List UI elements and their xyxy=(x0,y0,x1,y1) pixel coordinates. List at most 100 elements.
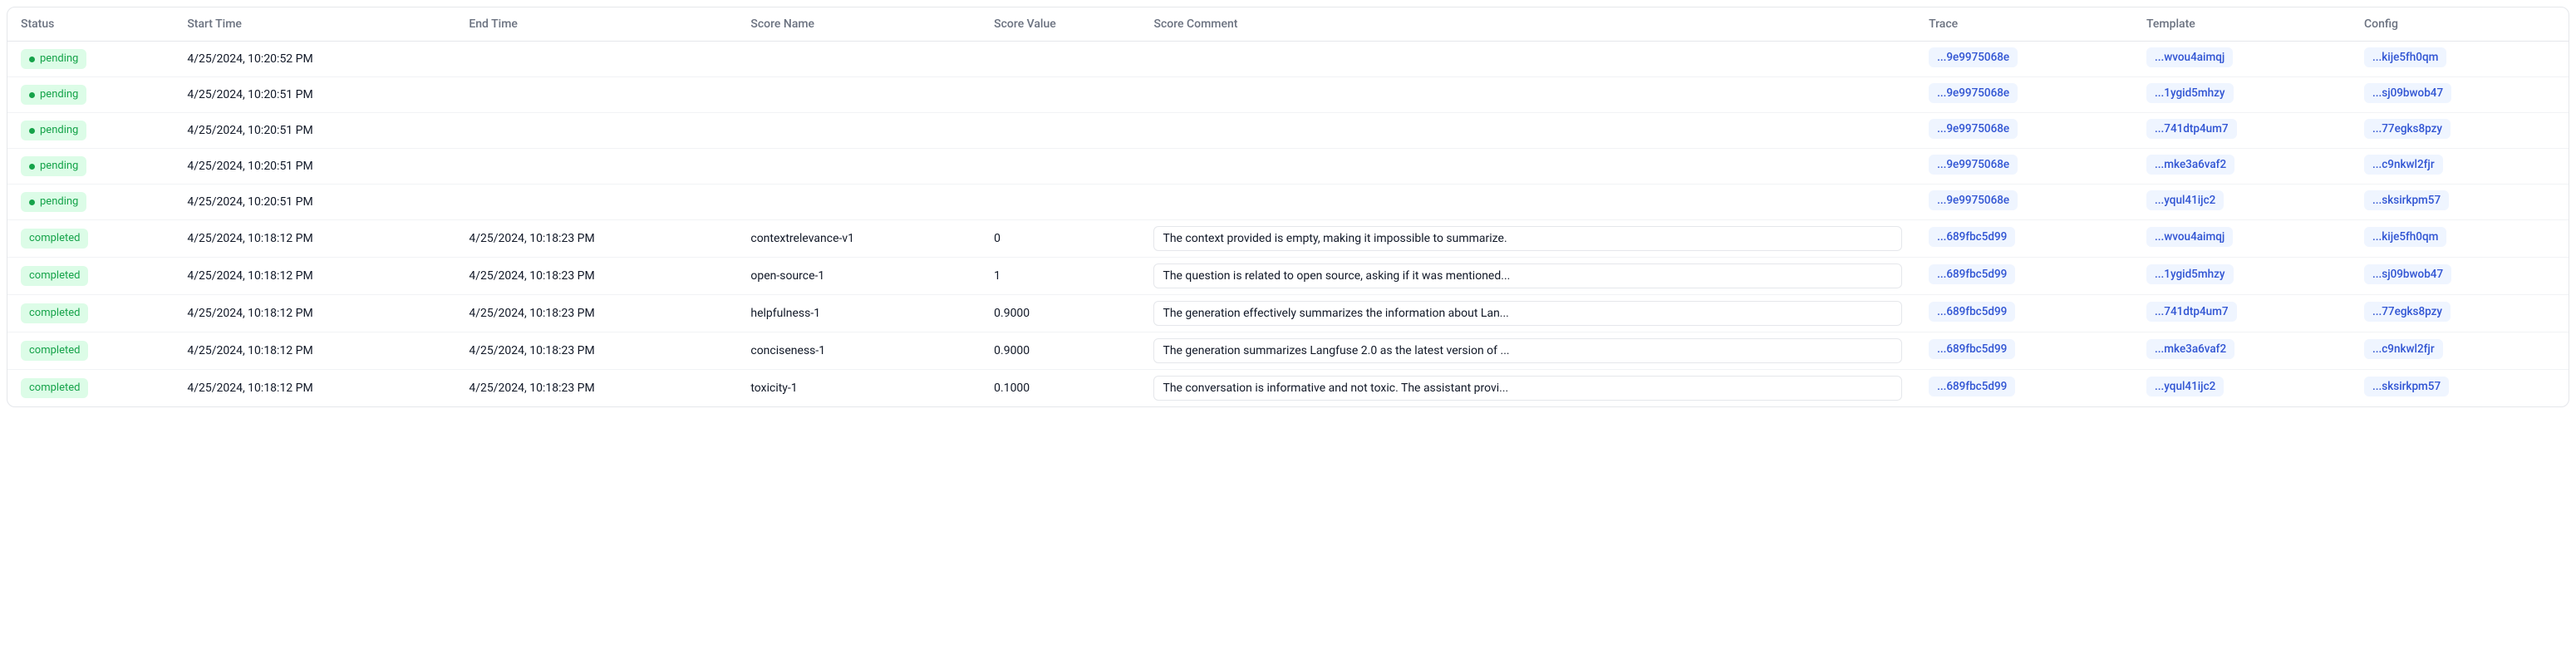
template-link[interactable]: ...741dtp4um7 xyxy=(2146,302,2237,322)
cell-score-value: 0.9000 xyxy=(981,295,1147,332)
cell-end-time: 4/25/2024, 10:18:23 PM xyxy=(455,258,737,295)
cell-score-value: 0 xyxy=(981,220,1147,258)
cell-score-name xyxy=(737,185,981,220)
cell-score-value xyxy=(981,113,1147,149)
cell-score-name xyxy=(737,42,981,77)
col-header-config[interactable]: Config xyxy=(2351,7,2569,42)
cell-start-time: 4/25/2024, 10:18:12 PM xyxy=(174,220,455,258)
cell-score-value xyxy=(981,77,1147,113)
table-row[interactable]: completed4/25/2024, 10:18:12 PM4/25/2024… xyxy=(7,370,2569,407)
table-row[interactable]: pending 4/25/2024, 10:20:51 PM ...9e997506… xyxy=(7,185,2569,220)
col-header-score-comment[interactable]: Score Comment xyxy=(1147,7,1915,42)
trace-link[interactable]: ...9e9975068e xyxy=(1929,47,2018,67)
status-badge: pending xyxy=(21,192,86,212)
template-link[interactable]: ...wvou4aimqj xyxy=(2146,47,2233,67)
template-link[interactable]: ...yqul41ijc2 xyxy=(2146,190,2224,210)
trace-link[interactable]: ...9e9975068e xyxy=(1929,83,2018,103)
status-badge: completed xyxy=(21,229,88,249)
table-row[interactable]: pending 4/25/2024, 10:20:51 PM ...9e997506… xyxy=(7,149,2569,185)
col-header-status[interactable]: Status xyxy=(7,7,174,42)
status-badge: pending xyxy=(21,121,86,140)
col-header-trace[interactable]: Trace xyxy=(1915,7,2133,42)
cell-score-name: conciseness-1 xyxy=(737,332,981,370)
status-badge: completed xyxy=(21,378,88,398)
cell-start-time: 4/25/2024, 10:18:12 PM xyxy=(174,295,455,332)
table-header-row: Status Start Time End Time Score Name Sc… xyxy=(7,7,2569,42)
status-badge: completed xyxy=(21,266,88,286)
score-comment-text: The context provided is empty, making it… xyxy=(1153,226,1902,251)
cell-start-time: 4/25/2024, 10:20:51 PM xyxy=(174,185,455,220)
cell-score-value: 0.1000 xyxy=(981,370,1147,407)
cell-start-time: 4/25/2024, 10:18:12 PM xyxy=(174,258,455,295)
cell-end-time: 4/25/2024, 10:18:23 PM xyxy=(455,370,737,407)
cell-score-name xyxy=(737,149,981,185)
config-link[interactable]: ...kije5fh0qm xyxy=(2364,227,2446,247)
cell-score-value: 0.9000 xyxy=(981,332,1147,370)
template-link[interactable]: ...1ygid5mhzy xyxy=(2146,83,2234,103)
cell-end-time xyxy=(455,113,737,149)
template-link[interactable]: ...mke3a6vaf2 xyxy=(2146,339,2234,359)
config-link[interactable]: ...sksirkpm57 xyxy=(2364,190,2449,210)
template-link[interactable]: ...1ygid5mhzy xyxy=(2146,264,2234,284)
config-link[interactable]: ...kije5fh0qm xyxy=(2364,47,2446,67)
cell-start-time: 4/25/2024, 10:20:52 PM xyxy=(174,42,455,77)
status-badge: completed xyxy=(21,303,88,323)
config-link[interactable]: ...sj09bwob47 xyxy=(2364,264,2451,284)
cell-start-time: 4/25/2024, 10:20:51 PM xyxy=(174,113,455,149)
config-link[interactable]: ...sj09bwob47 xyxy=(2364,83,2451,103)
cell-score-name: toxicity-1 xyxy=(737,370,981,407)
cell-end-time xyxy=(455,149,737,185)
table-row[interactable]: pending 4/25/2024, 10:20:51 PM ...9e997506… xyxy=(7,113,2569,149)
status-badge: pending xyxy=(21,85,86,105)
trace-link[interactable]: ...689fbc5d99 xyxy=(1929,339,2015,359)
cell-score-name: contextrelevance-v1 xyxy=(737,220,981,258)
trace-link[interactable]: ...689fbc5d99 xyxy=(1929,264,2015,284)
config-link[interactable]: ...sksirkpm57 xyxy=(2364,377,2449,396)
trace-link[interactable]: ...9e9975068e xyxy=(1929,119,2018,139)
template-link[interactable]: ...741dtp4um7 xyxy=(2146,119,2237,139)
score-comment-text: The generation effectively summarizes th… xyxy=(1153,301,1902,326)
table-row[interactable]: pending 4/25/2024, 10:20:52 PM ...9e997506… xyxy=(7,42,2569,77)
template-link[interactable]: ...wvou4aimqj xyxy=(2146,227,2233,247)
trace-link[interactable]: ...9e9975068e xyxy=(1929,190,2018,210)
col-header-score-name[interactable]: Score Name xyxy=(737,7,981,42)
status-badge: pending xyxy=(21,49,86,69)
template-link[interactable]: ...yqul41ijc2 xyxy=(2146,377,2224,396)
col-header-start-time[interactable]: Start Time xyxy=(174,7,455,42)
cell-start-time: 4/25/2024, 10:20:51 PM xyxy=(174,149,455,185)
score-comment-text: The question is related to open source, … xyxy=(1153,263,1902,288)
cell-end-time: 4/25/2024, 10:18:23 PM xyxy=(455,220,737,258)
config-link[interactable]: ...c9nkwl2fjr xyxy=(2364,339,2443,359)
template-link[interactable]: ...mke3a6vaf2 xyxy=(2146,155,2234,175)
cell-score-name xyxy=(737,77,981,113)
cell-start-time: 4/25/2024, 10:18:12 PM xyxy=(174,332,455,370)
table-row[interactable]: completed 4/25/2024, 10:18:12 PM4/25/2024… xyxy=(7,258,2569,295)
cell-end-time xyxy=(455,185,737,220)
table-row[interactable]: completed 4/25/2024, 10:18:12 PM4/25/2024… xyxy=(7,220,2569,258)
cell-score-name xyxy=(737,113,981,149)
config-link[interactable]: ...c9nkwl2fjr xyxy=(2364,155,2443,175)
col-header-score-value[interactable]: Score Value xyxy=(981,7,1147,42)
trace-link[interactable]: ...689fbc5d99 xyxy=(1929,227,2015,247)
config-link[interactable]: ...77egks8pzy xyxy=(2364,119,2451,139)
trace-link[interactable]: ...689fbc5d99 xyxy=(1929,377,2015,396)
status-badge: completed xyxy=(21,341,88,361)
table-row[interactable]: completed 4/25/2024, 10:18:12 PM4/25/2024… xyxy=(7,332,2569,370)
status-badge: pending xyxy=(21,156,86,176)
trace-link[interactable]: ...689fbc5d99 xyxy=(1929,302,2015,322)
cell-score-value xyxy=(981,42,1147,77)
cell-score-name: helpfulness-1 xyxy=(737,295,981,332)
cell-score-value xyxy=(981,149,1147,185)
table-row[interactable]: completed4/25/2024, 10:18:12 PM4/25/2024… xyxy=(7,295,2569,332)
cell-score-value xyxy=(981,185,1147,220)
cell-end-time xyxy=(455,42,737,77)
trace-link[interactable]: ...9e9975068e xyxy=(1929,155,2018,175)
cell-score-value: 1 xyxy=(981,258,1147,295)
col-header-end-time[interactable]: End Time xyxy=(455,7,737,42)
table-row[interactable]: pending4/25/2024, 10:20:51 PM...9e997506… xyxy=(7,77,2569,113)
cell-end-time: 4/25/2024, 10:18:23 PM xyxy=(455,332,737,370)
col-header-template[interactable]: Template xyxy=(2133,7,2351,42)
score-comment-text: The generation summarizes Langfuse 2.0 a… xyxy=(1153,338,1902,363)
evaluations-table-container: Status Start Time End Time Score Name Sc… xyxy=(7,7,2569,407)
config-link[interactable]: ...77egks8pzy xyxy=(2364,302,2451,322)
